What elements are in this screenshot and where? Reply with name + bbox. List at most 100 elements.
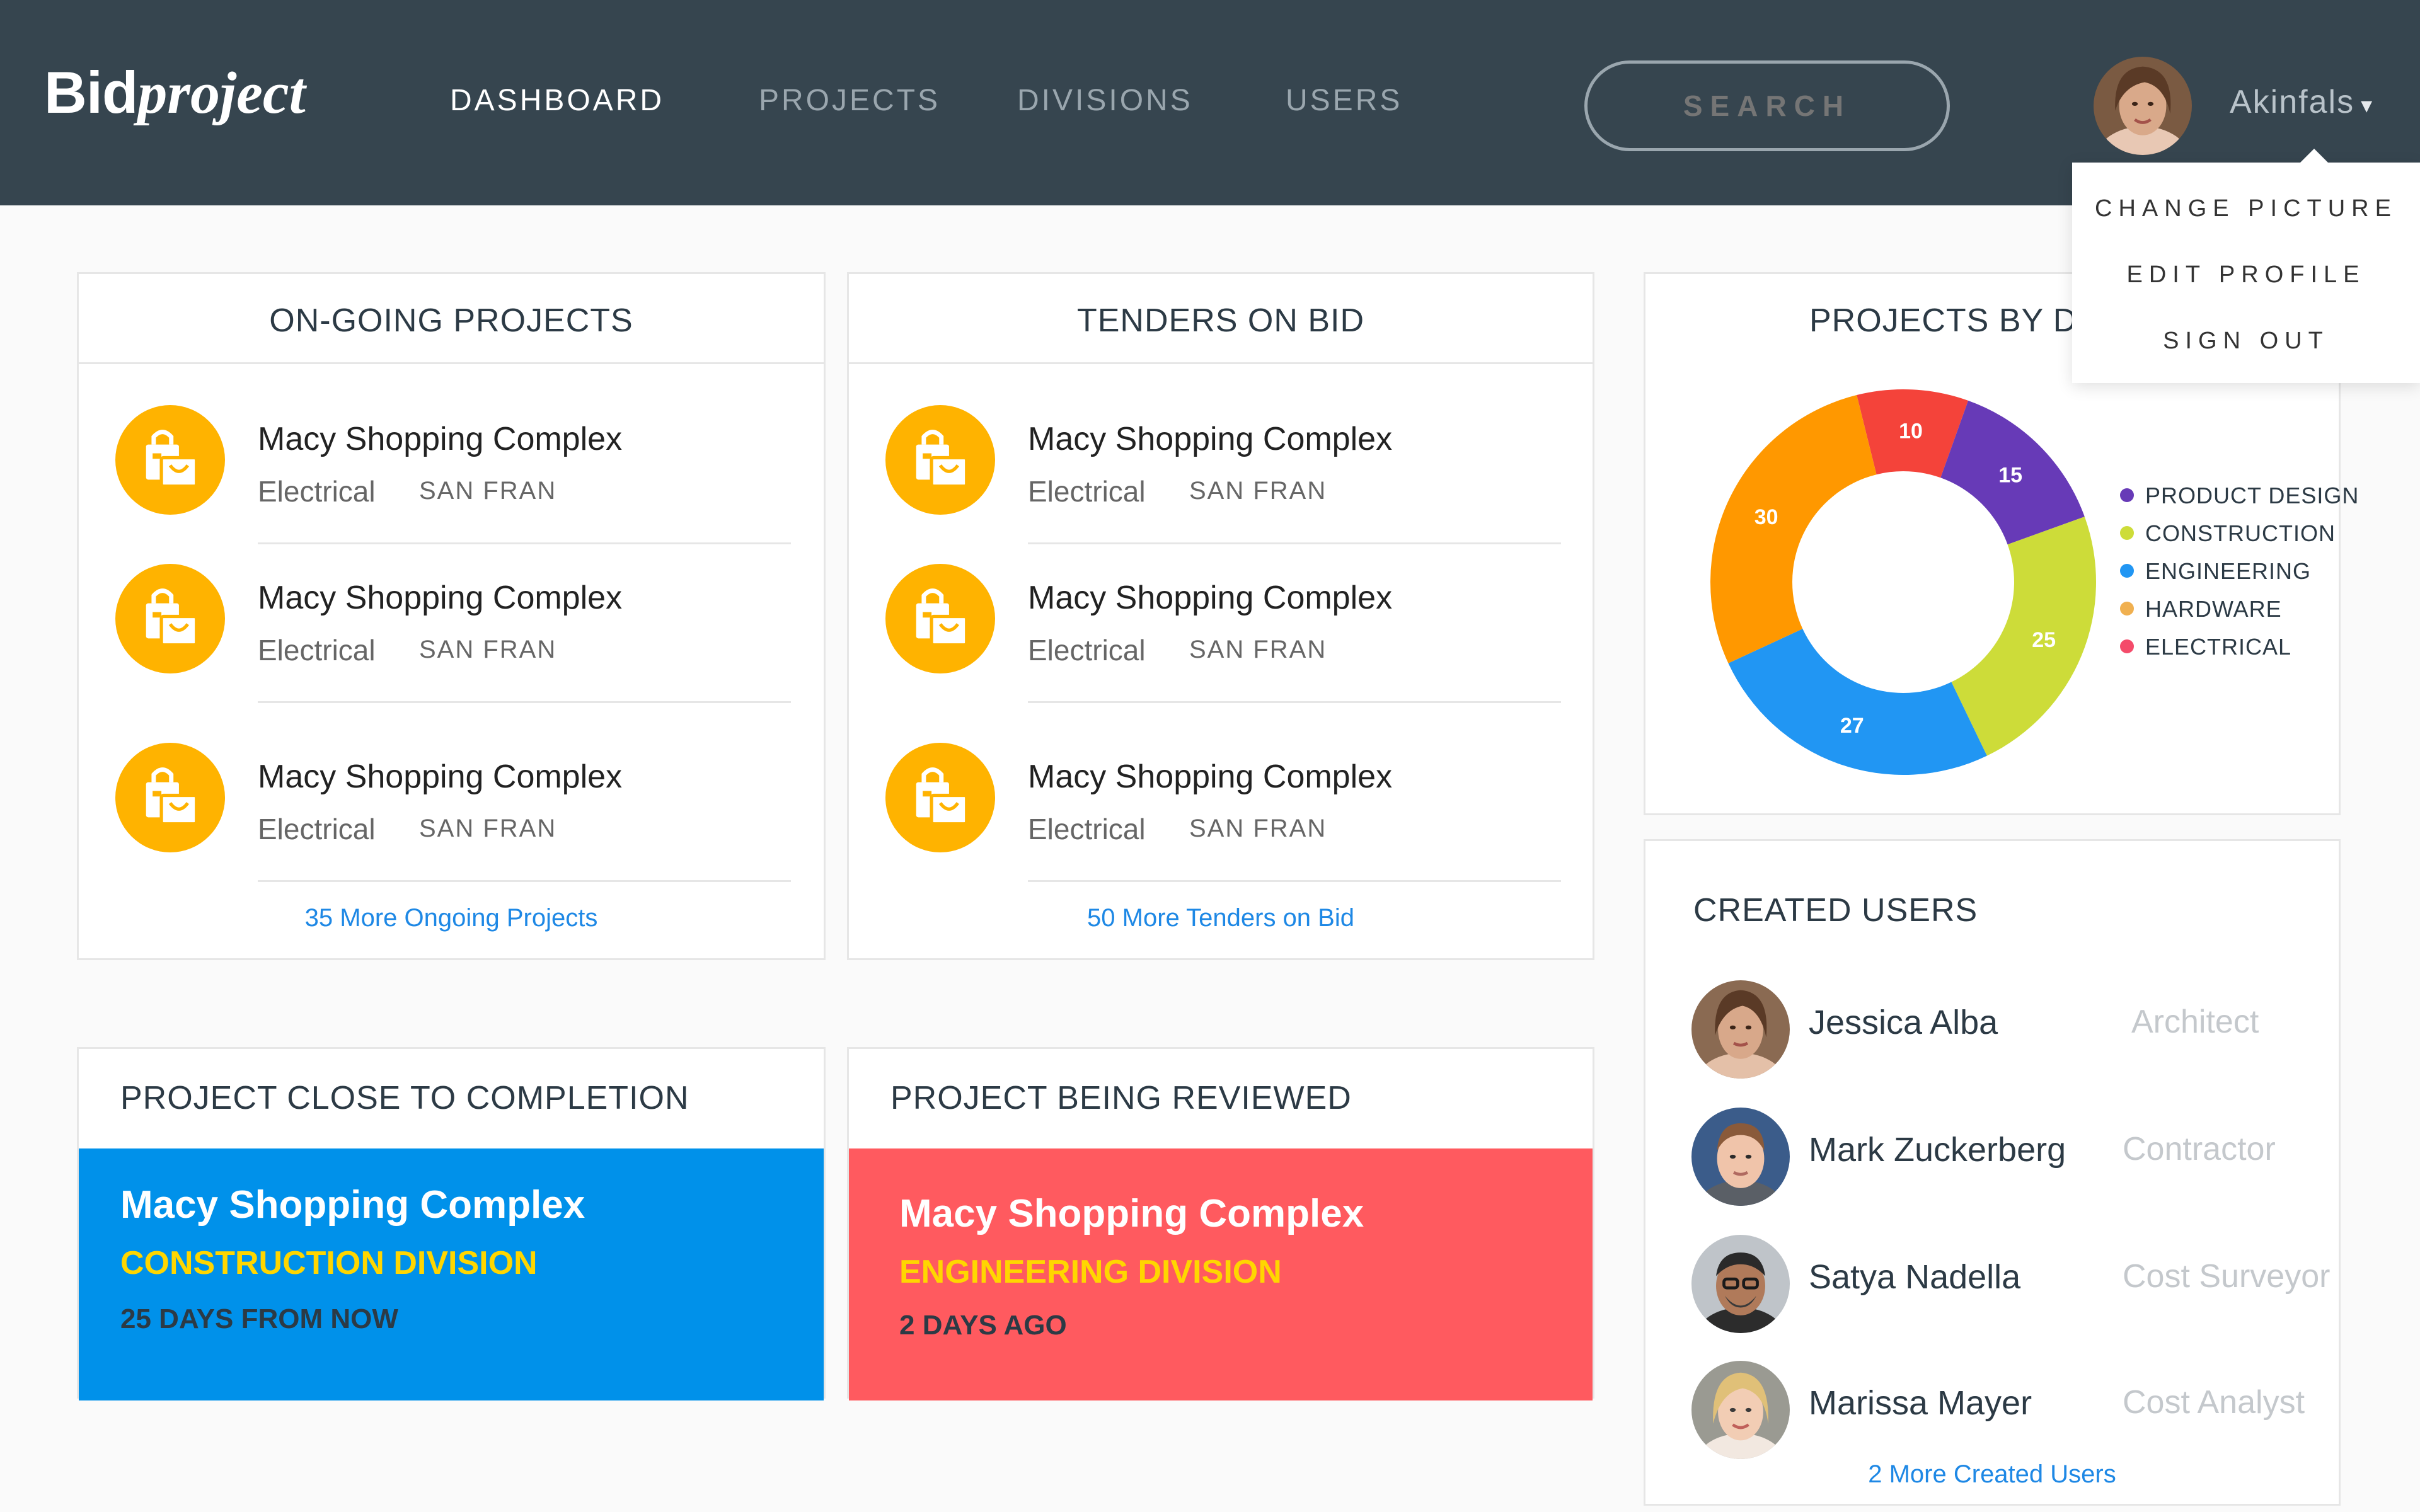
shopping-bags-icon [115,405,225,515]
reviewed-project-name: Macy Shopping Complex [899,1192,1364,1235]
completion-project-name: Macy Shopping Complex [120,1183,585,1227]
project-name[interactable]: Macy Shopping Complex [258,420,622,458]
being-reviewed-card: PROJECT BEING REVIEWED Macy Shopping Com… [847,1047,1594,1400]
project-name[interactable]: Macy Shopping Complex [258,758,622,796]
project-location: SAN FRAN [419,815,557,842]
user-name[interactable]: Mark Zuckerberg [1809,1130,2066,1169]
user-name[interactable]: Jessica Alba [1809,1003,1998,1042]
legend-label: ENGINEERING [2145,558,2312,584]
legend-hardware: HARDWARE [2120,596,2282,622]
tender-location: SAN FRAN [1189,477,1327,505]
ongoing-projects-title: ON-GOING PROJECTS [269,302,633,339]
legend-label: PRODUCT DESIGN [2145,483,2360,508]
completion-division: CONSTRUCTION DIVISION [120,1245,538,1281]
menu-item-sign-out[interactable]: SIGN OUT [2072,328,2420,355]
nav-divisions[interactable]: DIVISIONS [1017,83,1193,118]
legend-electrical: ELECTRICAL [2120,634,2291,660]
user-avatar-mark-zuckerberg[interactable] [1691,1108,1790,1206]
legend-label: ELECTRICAL [2145,634,2292,660]
user-role: Cost Analyst [2123,1384,2305,1421]
menu-item-change-picture[interactable]: CHANGE PICTURE [2072,195,2420,222]
tender-category: Electrical [1028,475,1146,508]
shopping-bags-icon [885,743,995,852]
user-name: Akinfals [2230,84,2355,120]
tender-category: Electrical [1028,634,1146,667]
division-donut-chart: 10 15 25 27 30 [1710,389,2096,775]
legend-dot [2120,526,2134,540]
legend-engineering: ENGINEERING [2120,558,2311,585]
project-location: SAN FRAN [419,636,557,663]
completion-project-banner[interactable]: Macy Shopping Complex CONSTRUCTION DIVIS… [79,1148,824,1400]
card-divider [849,362,1593,364]
donut-slice-label: 15 [1998,463,2022,487]
donut-slice[interactable] [1710,395,1877,663]
legend-construction: CONSTRUCTION [2120,520,2336,547]
reviewed-division: ENGINEERING DIVISION [899,1254,1282,1290]
user-name[interactable]: Marissa Mayer [1809,1383,2032,1423]
tender-name[interactable]: Macy Shopping Complex [1028,420,1392,458]
user-role: Architect [2131,1004,2259,1040]
completion-title: PROJECT CLOSE TO COMPLETION [120,1080,689,1116]
row-divider [1028,880,1561,882]
search-input[interactable] [1584,60,1950,151]
app-logo[interactable]: Bidproject [44,58,306,128]
completion-due: 25 DAYS FROM NOW [120,1303,398,1334]
row-divider [258,880,791,882]
donut-slice-label: 10 [1899,419,1923,443]
menu-item-edit-profile[interactable]: EDIT PROFILE [2072,261,2420,289]
division-chart-title: PROJECTS BY D [1809,302,2078,339]
legend-dot [2120,488,2134,502]
tender-name[interactable]: Macy Shopping Complex [1028,579,1392,617]
legend-label: HARDWARE [2145,596,2282,622]
donut-slice[interactable] [1728,629,1987,775]
shopping-bags-icon [115,743,225,852]
tender-category: Electrical [1028,813,1146,845]
project-category: Electrical [258,634,376,667]
user-name[interactable]: Satya Nadella [1809,1257,2020,1297]
legend-dot [2120,564,2134,578]
nav-users[interactable]: USERS [1286,83,1402,118]
donut-slice-label: 30 [1754,505,1778,529]
more-tenders-link[interactable]: 50 More Tenders on Bid [849,904,1593,932]
user-avatar-marissa-mayer[interactable] [1691,1361,1790,1459]
user-dropdown-menu: CHANGE PICTURE EDIT PROFILE SIGN OUT [2072,149,2420,383]
project-category: Electrical [258,813,376,845]
project-category: Electrical [258,475,376,508]
ongoing-projects-card: ON-GOING PROJECTS Macy Shopping Complex … [77,272,826,960]
user-avatar-jessica-alba[interactable] [1691,980,1790,1079]
donut-slice-label: 27 [1840,714,1864,738]
tenders-title: TENDERS ON BID [1076,302,1365,339]
shopping-bags-icon [885,405,995,515]
nav-projects[interactable]: PROJECTS [759,83,940,118]
user-menu-toggle[interactable]: Akinfals ▾ [2230,83,2373,121]
legend-product-design: PRODUCT DESIGN [2120,483,2359,509]
shopping-bags-icon [115,564,225,673]
nav-dashboard[interactable]: DASHBOARD [450,83,664,118]
dropdown-arrow [2299,149,2329,164]
more-ongoing-projects-link[interactable]: 35 More Ongoing Projects [79,904,824,932]
chevron-down-icon: ▾ [2361,92,2374,118]
donut-slice[interactable] [1951,517,2096,756]
row-divider [258,701,791,703]
more-created-users-link[interactable]: 2 More Created Users [1644,1460,2341,1489]
user-role: Contractor [2123,1131,2276,1167]
logo-bold: Bid [44,59,138,125]
current-user-avatar[interactable] [2094,57,2192,155]
tender-location: SAN FRAN [1189,636,1327,663]
reviewed-when: 2 DAYS AGO [899,1310,1067,1341]
card-divider [79,362,824,364]
legend-label: CONSTRUCTION [2145,520,2336,546]
reviewed-title: PROJECT BEING REVIEWED [890,1080,1352,1116]
project-name[interactable]: Macy Shopping Complex [258,579,622,617]
user-avatar-satya-nadella[interactable] [1691,1235,1790,1333]
created-users-title: CREATED USERS [1693,892,1978,929]
row-divider [1028,701,1561,703]
close-to-completion-card: PROJECT CLOSE TO COMPLETION Macy Shoppin… [77,1047,826,1400]
shopping-bags-icon [885,564,995,673]
tenders-on-bid-card: TENDERS ON BID Macy Shopping Complex Ele… [847,272,1594,960]
tender-location: SAN FRAN [1189,815,1327,842]
tender-name[interactable]: Macy Shopping Complex [1028,758,1392,796]
reviewed-project-banner[interactable]: Macy Shopping Complex ENGINEERING DIVISI… [849,1148,1593,1400]
user-role: Cost Surveyor [2123,1258,2331,1295]
legend-dot [2120,602,2134,616]
